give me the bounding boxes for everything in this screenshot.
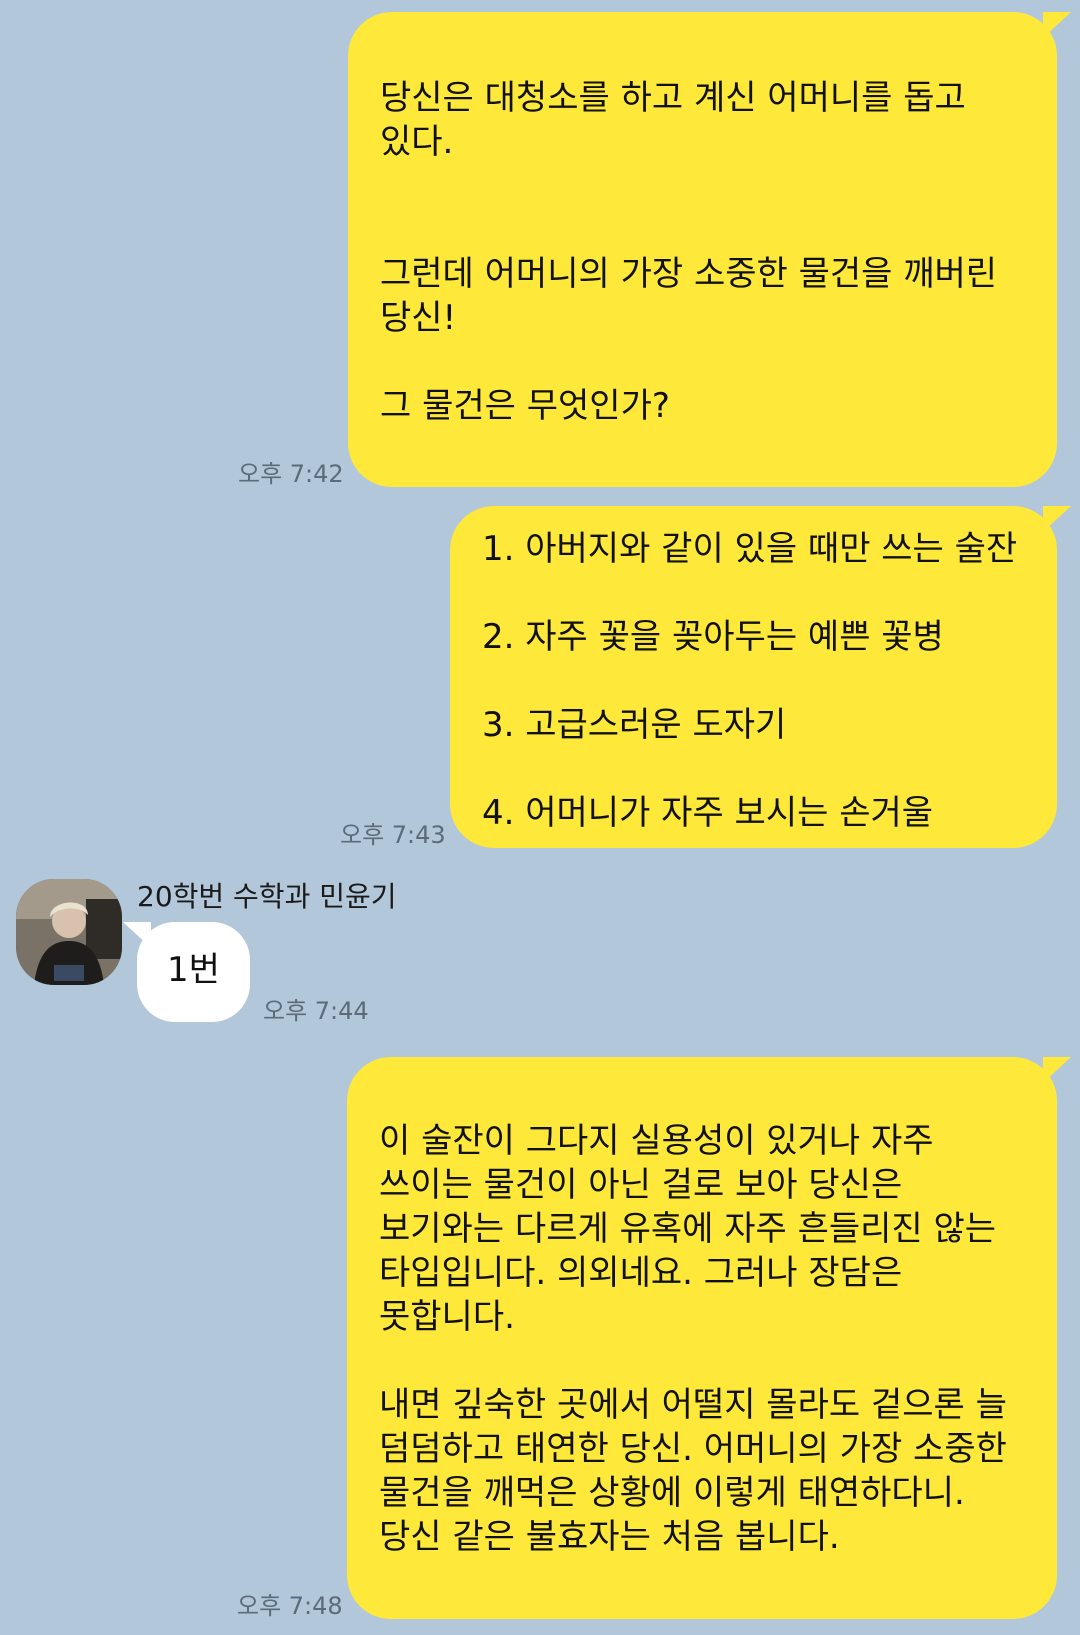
message-text: 1번 bbox=[167, 950, 220, 990]
message-bubble-sent[interactable]: 1. 아버지와 같이 있을 때만 쓰는 술잔 2. 자주 꽃을 꽂아두는 예쁜 … bbox=[450, 506, 1071, 848]
message-timestamp: 오후 7:48 bbox=[237, 1592, 343, 1620]
message-bubble-sent[interactable]: 이 술잔이 그다지 실용성이 있거나 자주 쓰이는 물건이 아닌 걸로 보아 당… bbox=[347, 1057, 1071, 1619]
profile-avatar[interactable] bbox=[16, 879, 122, 985]
message-text: 1. 아버지와 같이 있을 때만 쓰는 술잔 2. 자주 꽃을 꽂아두는 예쁜 … bbox=[482, 529, 1018, 833]
message-timestamp: 오후 7:43 bbox=[340, 821, 446, 849]
message-timestamp: 오후 7:42 bbox=[238, 460, 344, 488]
message-text: 이 술잔이 그다지 실용성이 있거나 자주 쓰이는 물건이 아닌 걸로 보아 당… bbox=[379, 1121, 1007, 1557]
message-bubble-sent[interactable]: 당신은 대청소를 하고 계신 어머니를 돕고 있다. 그런데 어머니의 가장 소… bbox=[348, 12, 1071, 487]
sender-name: 20학번 수학과 민윤기 bbox=[137, 880, 397, 913]
message-bubble-received[interactable]: 1번 bbox=[123, 922, 250, 1022]
message-text: 당신은 대청소를 하고 계신 어머니를 돕고 있다. 그런데 어머니의 가장 소… bbox=[380, 78, 998, 426]
profile-photo-icon bbox=[16, 879, 122, 985]
message-timestamp: 오후 7:44 bbox=[263, 997, 369, 1025]
